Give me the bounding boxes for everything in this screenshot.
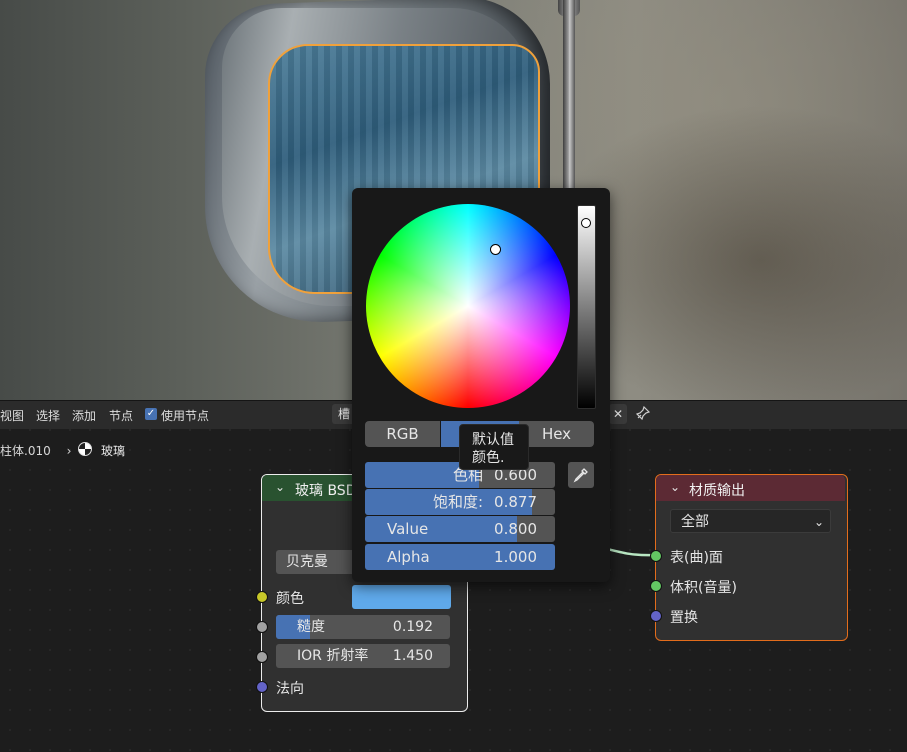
color-label: 颜色 — [276, 591, 304, 607]
roughness-label: 糙度 — [297, 619, 325, 635]
output-target-value: 全部 — [681, 514, 709, 530]
value-label: Value — [387, 520, 429, 538]
close-icon[interactable]: ✕ — [609, 404, 627, 424]
wheel-cursor[interactable] — [490, 244, 501, 255]
menu-select[interactable]: 选择 — [36, 407, 60, 424]
menu-view[interactable]: 视图 — [0, 407, 24, 424]
chevron-down-icon: ⌄ — [813, 515, 824, 529]
normal-input-socket[interactable] — [256, 681, 268, 693]
volume-input-socket[interactable] — [650, 580, 662, 592]
color-swatch[interactable] — [352, 585, 451, 609]
volume-label: 体积(音量) — [670, 580, 737, 596]
eyedropper-icon[interactable] — [568, 462, 594, 488]
pin-icon[interactable] — [635, 405, 651, 424]
use-nodes-label: 使用节点 — [161, 409, 210, 423]
output-target-dropdown[interactable]: 全部 ⌄ — [670, 509, 831, 533]
tooltip-line-2: 颜色. — [472, 450, 505, 466]
material-output-node-header[interactable] — [656, 475, 845, 501]
material-icon — [78, 442, 92, 456]
menu-node[interactable]: 节点 — [109, 407, 133, 424]
alpha-field[interactable]: Alpha 1.000 — [365, 544, 555, 570]
value-slider[interactable] — [577, 205, 596, 409]
use-nodes-checkbox[interactable]: ✓ — [145, 408, 157, 420]
saturation-value: 0.877 — [494, 493, 537, 511]
breadcrumb-material[interactable]: 玻璃 — [101, 442, 125, 459]
ior-slider[interactable]: IOR 折射率 1.450 — [276, 644, 450, 668]
displacement-input-socket[interactable] — [650, 610, 662, 622]
surface-label: 表(曲)面 — [670, 550, 723, 566]
alpha-value: 1.000 — [494, 548, 537, 566]
value-slider-handle[interactable] — [581, 218, 591, 228]
value-field[interactable]: Value 0.800 — [365, 516, 555, 542]
material-output-title: 材质输出 — [689, 483, 745, 499]
breadcrumb-separator: › — [66, 444, 72, 458]
ior-input-socket[interactable] — [256, 651, 268, 663]
roughness-slider[interactable]: 糙度 0.192 — [276, 615, 450, 639]
color-input-socket[interactable] — [256, 591, 268, 603]
displacement-label: 置换 — [670, 610, 698, 626]
alpha-label: Alpha — [387, 548, 430, 566]
collapse-chevron-icon[interactable]: ⌄ — [275, 480, 285, 494]
breadcrumb-object[interactable]: 柱体.010 — [0, 444, 51, 458]
normal-label: 法向 — [276, 681, 304, 697]
value-value: 0.800 — [494, 520, 537, 538]
hue-saturation-wheel[interactable] — [366, 204, 570, 408]
tab-hex[interactable]: Hex — [519, 421, 594, 447]
roughness-value: 0.192 — [392, 619, 433, 635]
saturation-field[interactable]: 饱和度: 0.877 — [365, 489, 555, 515]
menu-add[interactable]: 添加 — [72, 407, 96, 424]
distribution-value: 贝克曼 — [286, 554, 328, 570]
ior-label: IOR 折射率 — [297, 648, 369, 664]
surface-input-socket[interactable] — [650, 550, 662, 562]
breadcrumb: 柱体.010 › — [0, 442, 71, 459]
roughness-input-socket[interactable] — [256, 621, 268, 633]
tooltip: 默认值 颜色. — [459, 424, 529, 470]
collapse-chevron-icon[interactable]: ⌄ — [670, 480, 680, 494]
tooltip-line-1: 默认值 — [472, 432, 514, 448]
ior-value: 1.450 — [392, 648, 433, 664]
tab-rgb[interactable]: RGB — [365, 421, 440, 447]
saturation-label: 饱和度: — [432, 493, 483, 511]
